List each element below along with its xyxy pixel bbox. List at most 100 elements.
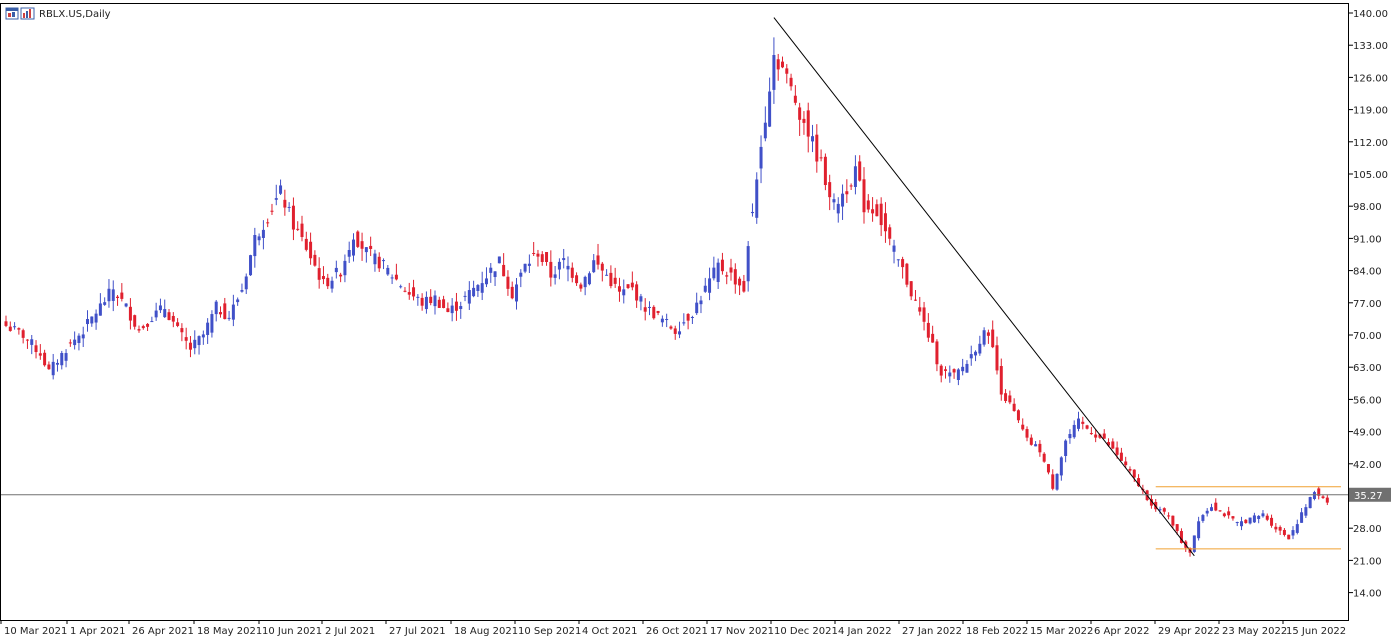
candle-body: [484, 278, 488, 285]
y-tick-label: 84.00: [1353, 267, 1382, 278]
candle-body: [1222, 513, 1226, 517]
candle-body: [789, 77, 793, 87]
candle-body: [347, 249, 351, 257]
candle-body: [686, 313, 690, 321]
candle-body: [965, 363, 969, 373]
x-tick-label: 17 Nov 2021: [710, 626, 774, 637]
candle-body: [579, 284, 583, 289]
candle-body: [587, 273, 591, 285]
candle-body: [1167, 515, 1171, 517]
candle-body: [699, 300, 703, 305]
candle-body: [648, 306, 651, 308]
y-tick-label: 105.00: [1353, 170, 1388, 181]
candle-body: [1248, 517, 1252, 524]
chart-window-icon[interactable]: [5, 7, 19, 20]
candle-body: [296, 228, 300, 230]
candle-body: [433, 295, 437, 307]
candle-body: [1244, 519, 1248, 524]
candle-body: [545, 252, 549, 263]
symbol-label: RBLX.US,Daily: [39, 9, 111, 20]
bar-chart-icon[interactable]: [20, 7, 35, 20]
candle: [356, 230, 360, 249]
candle-body: [913, 299, 917, 301]
candle-body: [116, 296, 120, 298]
candle-body: [742, 281, 746, 292]
candle-body: [1025, 429, 1029, 438]
candle-body: [1231, 516, 1235, 519]
price-chart: 140.00 133.00 126.00 119.00 112.00 105.00 98.0…: [0, 0, 1396, 639]
candle-body: [291, 205, 295, 230]
candle-body: [249, 255, 253, 276]
candle-body: [755, 179, 759, 218]
y-tick-label: 28.00: [1353, 524, 1382, 535]
candle-body: [630, 282, 634, 288]
candle-body: [974, 351, 978, 356]
candle-body: [206, 322, 210, 335]
candle-body: [180, 328, 184, 333]
candle-body: [1094, 434, 1098, 438]
candle-body: [1059, 457, 1063, 476]
y-tick-label: 119.00: [1353, 106, 1388, 117]
candle: [823, 153, 827, 191]
candle-body: [407, 292, 411, 295]
candle-body: [81, 334, 85, 339]
candle-body: [1291, 530, 1295, 536]
candle-body: [223, 303, 227, 320]
candle-body: [725, 275, 729, 277]
candle: [1192, 535, 1196, 553]
candle-body: [798, 107, 802, 120]
candle-body: [133, 315, 137, 327]
candle-body: [1046, 464, 1050, 473]
candle-body: [90, 316, 94, 324]
candle-body: [622, 289, 626, 296]
candle-body: [566, 265, 570, 270]
candle-body: [334, 267, 338, 273]
candle-body: [1055, 473, 1059, 490]
candle: [1287, 534, 1291, 540]
candle-body: [283, 199, 287, 208]
candle-body: [257, 236, 261, 241]
candle-body: [656, 310, 660, 313]
candle-body: [999, 366, 1003, 395]
candle-body: [540, 254, 544, 262]
candle-body: [892, 245, 896, 252]
candle-body: [536, 253, 540, 257]
candle-body: [1077, 418, 1080, 429]
candle-body: [768, 91, 772, 127]
candle-body: [382, 260, 386, 262]
candle-body: [1209, 507, 1213, 511]
candle-body: [467, 290, 471, 304]
candle-body: [909, 281, 913, 297]
candle-body: [1282, 529, 1286, 535]
candle-body: [300, 223, 304, 238]
candle-body: [901, 259, 905, 268]
candle-body: [708, 278, 712, 293]
candle-body: [77, 335, 81, 344]
candle-body: [716, 262, 720, 282]
candle-body: [888, 227, 892, 239]
candle-body: [866, 200, 870, 210]
candle-body: [841, 193, 845, 207]
candle-body: [815, 134, 819, 162]
candle-body: [51, 361, 55, 376]
candle-body: [47, 364, 51, 370]
candle-body: [343, 260, 347, 276]
candle-body: [403, 290, 407, 292]
candle-body: [806, 110, 810, 137]
candle-body: [1325, 497, 1329, 503]
candle-body: [832, 199, 836, 203]
candle-body: [13, 326, 17, 328]
candle-body: [682, 322, 686, 324]
candle-body: [858, 161, 862, 181]
candle-body: [871, 209, 875, 214]
candle-body: [38, 353, 42, 356]
candle-body: [1021, 424, 1025, 430]
candle-body: [750, 211, 754, 214]
x-tick-label: 15 Mar 2022: [1030, 626, 1093, 637]
candle-body: [274, 198, 278, 200]
candle-body: [935, 341, 939, 365]
candle-body: [210, 314, 214, 333]
candle-body: [34, 345, 38, 353]
candle-body: [1227, 511, 1231, 516]
candle-body: [828, 182, 832, 198]
